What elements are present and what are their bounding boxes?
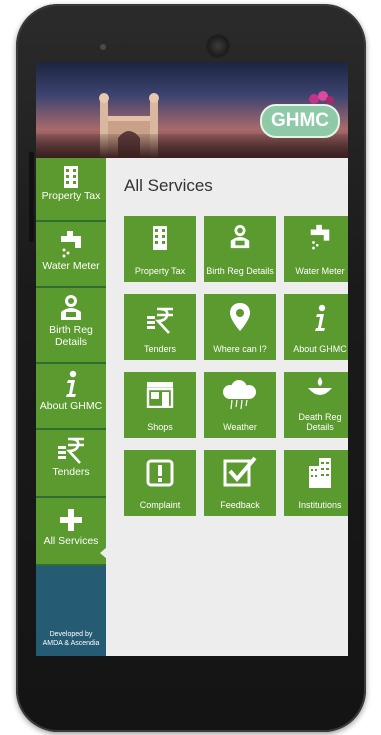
developer-line-2: AMDA & Ascendia <box>42 640 100 647</box>
tile-label: Birth Reg Details <box>206 266 274 276</box>
tap-icon <box>310 224 330 250</box>
tile-death-reg[interactable]: Death Reg Details <box>284 372 348 438</box>
tile-shops[interactable]: Shops <box>124 372 196 438</box>
tap-icon <box>61 231 81 258</box>
sidebar-item-label: Water Meter <box>42 260 100 272</box>
sidebar-item-label: Birth Reg Details <box>49 324 93 348</box>
tile-label: Water Meter <box>295 266 345 276</box>
tile-feedback[interactable]: Feedback <box>204 450 276 516</box>
sidebar-item-birth-reg[interactable]: Birth Reg Details <box>36 288 106 364</box>
tile-weather[interactable]: Weather <box>204 372 276 438</box>
checkbox-icon <box>223 456 257 487</box>
tile-label: Tenders <box>143 344 177 354</box>
developer-line-1: Developed by <box>49 631 93 638</box>
sidebar-item-label: About GHMC <box>39 400 103 412</box>
tile-label: Feedback <box>220 500 260 510</box>
tile-label: Property Tax <box>134 266 186 276</box>
tile-label: Shops <box>147 422 173 432</box>
info-icon <box>66 370 77 397</box>
sidebar-item-tenders[interactable]: Tenders <box>36 430 106 498</box>
sidebar: Property Tax Water Meter Birth Reg Detai… <box>36 158 106 656</box>
building-icon <box>64 166 78 188</box>
baby-icon <box>61 295 81 320</box>
tile-institutions[interactable]: Institutions <box>284 450 348 516</box>
sidebar-item-all-services[interactable]: All Services <box>36 498 106 566</box>
sidebar-item-label: Property Tax <box>41 190 101 202</box>
sidebar-item-label: All Services <box>43 535 99 547</box>
tile-birth-reg[interactable]: Birth Reg Details <box>204 216 276 282</box>
location-pin-icon <box>230 303 250 331</box>
tile-label: Death Reg Details <box>298 412 342 432</box>
tile-complaint[interactable]: Complaint <box>124 450 196 516</box>
buildings-icon <box>309 458 331 488</box>
phone-side-button <box>29 152 34 242</box>
front-camera <box>100 44 106 50</box>
tile-label: About GHMC <box>293 344 347 354</box>
header-banner: GHMC <box>36 62 348 158</box>
rupee-icon <box>147 307 173 334</box>
alert-icon <box>146 459 174 487</box>
tile-label: Weather <box>223 422 257 432</box>
rain-cloud-icon <box>223 380 256 410</box>
tile-property-tax[interactable]: Property Tax <box>124 216 196 282</box>
building-icon <box>153 226 167 250</box>
tile-label: Where can I? <box>213 344 267 354</box>
tile-where-can-i[interactable]: Where can I? <box>204 294 276 360</box>
earpiece-speaker <box>206 34 230 58</box>
info-icon <box>315 304 326 331</box>
sidebar-item-water-meter[interactable]: Water Meter <box>36 222 106 288</box>
lamp-icon <box>308 377 332 395</box>
sidebar-item-property-tax[interactable]: Property Tax <box>36 158 106 222</box>
baby-icon <box>230 225 250 249</box>
tile-label: Institutions <box>298 500 342 510</box>
tile-about-ghmc[interactable]: About GHMC <box>284 294 348 360</box>
tile-tenders[interactable]: Tenders <box>124 294 196 360</box>
sidebar-item-about[interactable]: About GHMC <box>36 364 106 430</box>
sidebar-item-label: Tenders <box>52 466 90 478</box>
services-panel: All Services Property Tax Birth Reg Deta… <box>106 158 348 656</box>
tile-water-meter[interactable]: Water Meter <box>284 216 348 282</box>
app-screen: GHMC Property Tax Water Meter Birth Reg … <box>36 62 348 656</box>
tile-label: Complaint <box>139 500 181 510</box>
rupee-icon <box>58 437 84 464</box>
shop-icon <box>146 382 174 408</box>
page-title: All Services <box>124 176 213 195</box>
ghmc-logo: GHMC <box>260 104 340 138</box>
developer-credit: Developed by AMDA & Ascendia <box>36 630 106 648</box>
plus-icon <box>60 509 82 531</box>
